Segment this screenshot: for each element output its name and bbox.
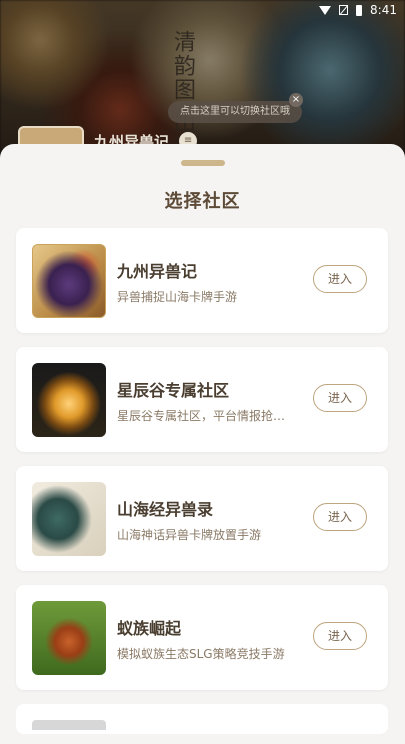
switch-community-tooltip: 点击这里可以切换社区哦: [168, 101, 302, 123]
sheet-drag-handle[interactable]: [181, 160, 225, 166]
enter-button[interactable]: 进入: [313, 503, 367, 531]
community-name: 星辰谷专属社区: [117, 381, 230, 400]
status-bar: 8:41: [0, 0, 405, 20]
community-name: 蚁族崛起: [117, 619, 182, 638]
enter-button[interactable]: 进入: [313, 384, 367, 412]
community-card[interactable]: 九州异兽记 异兽捕捉山海卡牌手游 进入: [16, 228, 388, 333]
enter-button[interactable]: 进入: [313, 265, 367, 293]
battery-icon: [356, 4, 363, 16]
select-community-sheet: 选择社区 九州异兽记 异兽捕捉山海卡牌手游 进入 星辰谷专属社区 星辰谷专属社区…: [0, 144, 405, 744]
community-desc: 模拟蚁族生态SLG策略竞技手游: [117, 647, 285, 661]
community-name: 山海经异兽录: [117, 500, 214, 519]
community-desc: 山海神话异兽卡牌放置手游: [117, 528, 262, 542]
community-icon-ant: [32, 601, 106, 675]
sheet-title: 选择社区: [164, 191, 241, 212]
community-card[interactable]: 蚁族崛起 模拟蚁族生态SLG策略竞技手游 进入: [16, 585, 388, 690]
enter-button[interactable]: 进入: [313, 622, 367, 650]
community-desc: 星辰谷专属社区，平台情报抢…: [117, 409, 286, 423]
community-name: 九州异兽记: [117, 262, 198, 281]
community-desc: 异兽捕捉山海卡牌手游: [117, 290, 238, 304]
no-signal-icon: [339, 5, 349, 15]
wifi-icon: [319, 5, 332, 15]
status-time: 8:41: [370, 3, 397, 17]
tooltip-close-icon[interactable]: ×: [289, 93, 303, 107]
community-card[interactable]: 星辰谷专属社区 星辰谷专属社区，平台情报抢… 进入: [16, 347, 388, 452]
community-icon-partial: [32, 720, 106, 730]
community-icon-treasure-chest: [32, 363, 106, 437]
community-icon-jiuzhou: [32, 244, 106, 318]
community-card-partial[interactable]: [16, 704, 388, 734]
community-card[interactable]: 山海经异兽录 山海神话异兽卡牌放置手游 进入: [16, 466, 388, 571]
community-icon-dragon: [32, 482, 106, 556]
